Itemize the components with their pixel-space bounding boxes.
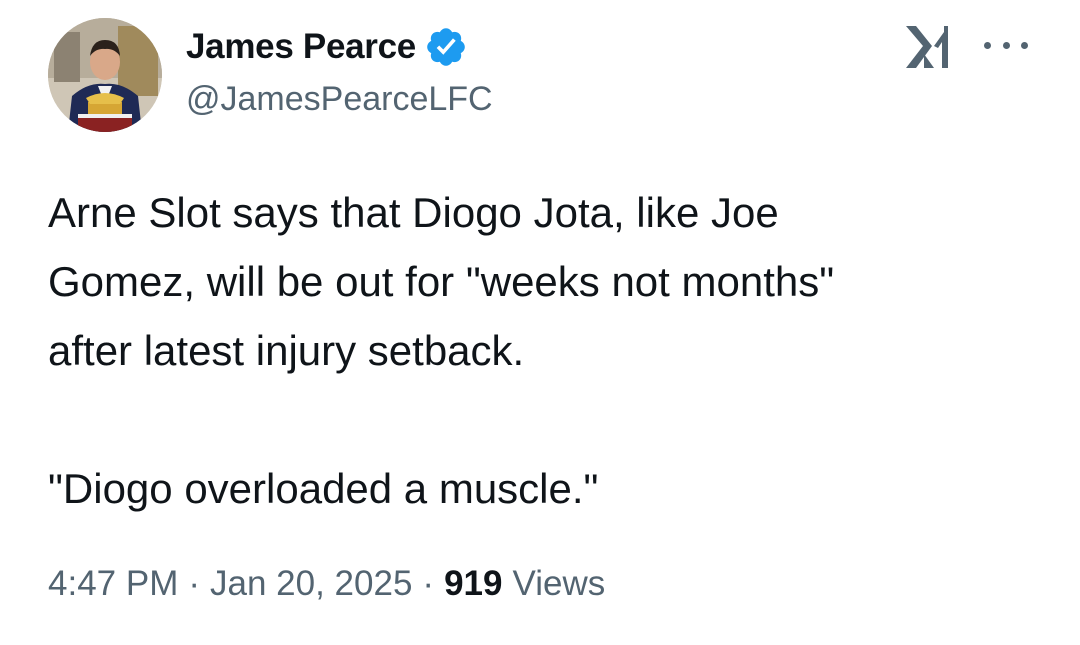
meta-separator: · <box>422 564 435 603</box>
tweet-text-line: Gomez, will be out for "weeks not months… <box>48 258 835 305</box>
author-display-name[interactable]: James Pearce <box>186 27 416 67</box>
tweet-card: James Pearce @JamesPearceLFC Arne Slot s… <box>0 0 1080 645</box>
more-options-button[interactable] <box>984 30 1028 60</box>
tweet-text: Arne Slot says that Diogo Jota, like Joe… <box>48 178 1048 523</box>
more-dot <box>1002 41 1010 49</box>
more-dot <box>1021 41 1028 49</box>
meta-separator: · <box>188 564 201 603</box>
more-horizontal-icon <box>984 41 991 49</box>
author-handle[interactable]: @JamesPearceLFC <box>186 80 493 119</box>
tweet-time[interactable]: 4:47 PM <box>48 564 178 604</box>
tweet-meta: 4:47 PM · Jan 20, 2025 · 919 Views <box>48 564 605 604</box>
views-label: Views <box>512 564 606 603</box>
profile-photo <box>48 18 162 132</box>
tweet-text-line: after latest injury setback. <box>48 327 525 374</box>
x-logo-icon[interactable] <box>904 24 954 70</box>
tweet-quote: "Diogo overloaded a muscle." <box>48 465 599 512</box>
verified-badge-icon <box>424 25 468 69</box>
tweet-text-line: Arne Slot says that Diogo Jota, like Joe <box>48 189 779 236</box>
avatar[interactable] <box>48 18 162 132</box>
tweet-date[interactable]: Jan 20, 2025 <box>210 564 412 604</box>
author-name-row: James Pearce <box>186 24 468 70</box>
views-count: 919 <box>444 564 503 603</box>
